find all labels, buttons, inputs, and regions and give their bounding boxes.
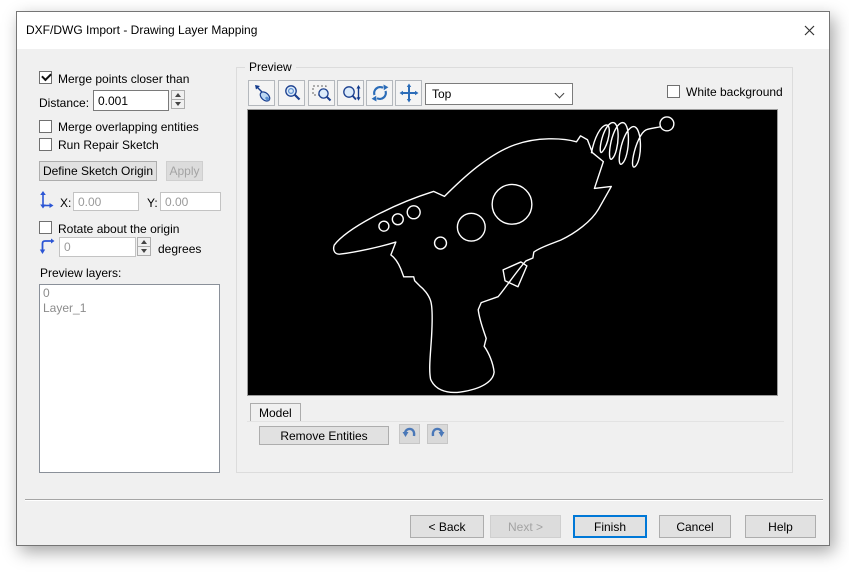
list-item[interactable]: Layer_1 <box>43 301 219 316</box>
pan-icon <box>399 83 418 103</box>
x-input[interactable] <box>73 192 139 211</box>
distance-label: Distance: <box>39 96 90 110</box>
arrow-up-icon <box>141 240 147 244</box>
zoom-to-area-icon <box>312 85 331 102</box>
view-orientation-value: Top <box>432 87 452 101</box>
zoom-in-button[interactable] <box>278 80 305 106</box>
distance-spinner <box>171 90 185 109</box>
arrow-up-icon <box>175 93 181 97</box>
degrees-spinner <box>137 237 151 256</box>
zoom-in-out-button[interactable] <box>337 80 364 106</box>
list-item[interactable]: 0 <box>43 286 219 301</box>
y-input[interactable] <box>160 192 221 211</box>
title-bar: DXF/DWG Import - Drawing Layer Mapping <box>17 12 829 49</box>
finish-button[interactable]: Finish <box>573 515 647 538</box>
rotate-about-origin-checkbox[interactable] <box>39 221 52 234</box>
chevron-down-icon <box>554 88 565 99</box>
y-label: Y: <box>147 196 158 210</box>
back-button[interactable]: < Back <box>410 515 484 538</box>
help-button[interactable]: Help <box>745 515 816 538</box>
tab-strip-line <box>247 421 784 422</box>
model-tab-label: Model <box>259 406 292 420</box>
white-background-checkbox[interactable] <box>667 85 680 98</box>
preview-canvas[interactable] <box>247 109 778 396</box>
undo-icon <box>402 427 416 437</box>
cancel-button[interactable]: Cancel <box>659 515 731 538</box>
raygun-drawing <box>332 116 675 394</box>
define-sketch-origin-button[interactable]: Define Sketch Origin <box>39 161 157 181</box>
dialog-window: DXF/DWG Import - Drawing Layer Mapping M… <box>16 11 830 546</box>
zoom-to-area-button[interactable] <box>308 80 335 106</box>
degrees-spin-down-button[interactable] <box>137 246 151 256</box>
rotate-icon <box>39 238 55 254</box>
apply-button[interactable]: Apply <box>166 161 203 181</box>
redo-button[interactable] <box>427 424 448 444</box>
x-label: X: <box>60 196 72 210</box>
remove-entities-button[interactable]: Remove Entities <box>259 426 389 445</box>
arrow-down-icon <box>175 102 181 106</box>
merge-points-checkbox[interactable] <box>39 71 52 84</box>
run-repair-checkbox[interactable] <box>39 138 52 151</box>
rotate-view-icon <box>371 84 388 102</box>
zoom-in-icon <box>284 85 300 101</box>
distance-spin-down-button[interactable] <box>171 99 185 109</box>
footer-separator <box>25 499 823 501</box>
rotate-view-button[interactable] <box>366 80 393 106</box>
layers-listbox[interactable]: 0 Layer_1 <box>39 284 220 473</box>
undo-button[interactable] <box>399 424 420 444</box>
close-icon <box>804 25 814 35</box>
view-orientation-select[interactable]: Top <box>425 83 573 105</box>
preview-layers-label: Preview layers: <box>40 266 122 280</box>
page-title: DXF/DWG Import - Drawing Layer Mapping <box>26 23 258 37</box>
arrow-down-icon <box>141 249 147 253</box>
merge-points-label: Merge points closer than <box>58 72 190 86</box>
zoom-to-selection-button[interactable] <box>248 80 275 106</box>
model-tab[interactable]: Model <box>250 403 301 422</box>
pan-button[interactable] <box>395 80 422 106</box>
preview-groupbox: Preview Top White background Model Remov… <box>236 60 793 473</box>
close-button[interactable] <box>795 18 823 42</box>
zoom-in-out-icon <box>342 85 360 101</box>
origin-axes-icon <box>40 191 54 209</box>
white-background-label: White background <box>686 85 783 99</box>
rotate-about-origin-label: Rotate about the origin <box>58 222 180 236</box>
run-repair-label: Run Repair Sketch <box>58 138 159 152</box>
preview-group-label: Preview <box>245 60 296 74</box>
next-button[interactable]: Next > <box>490 515 561 538</box>
distance-input[interactable] <box>93 90 169 111</box>
merge-overlapping-checkbox[interactable] <box>39 120 52 133</box>
merge-overlapping-label: Merge overlapping entities <box>58 120 199 134</box>
zoom-to-selection-icon <box>254 85 270 102</box>
redo-icon <box>431 427 445 437</box>
degrees-input[interactable] <box>59 237 136 257</box>
degrees-label: degrees <box>158 242 202 256</box>
